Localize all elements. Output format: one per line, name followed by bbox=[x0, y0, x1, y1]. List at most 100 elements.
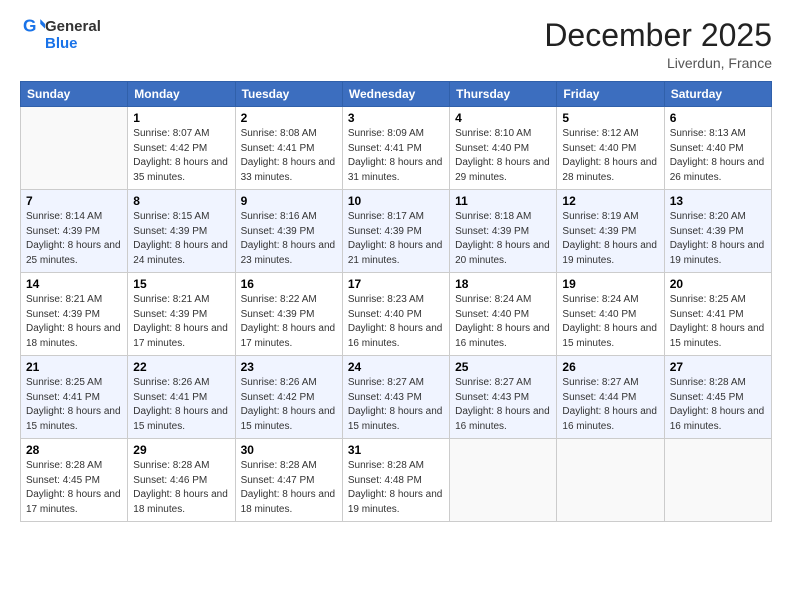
day-info: Sunrise: 8:28 AMSunset: 4:46 PMDaylight:… bbox=[133, 459, 229, 517]
day-of-week-header: Monday bbox=[128, 82, 235, 107]
day-number: 11 bbox=[455, 194, 551, 208]
calendar-week-row: 28 Sunrise: 8:28 AMSunset: 4:45 PMDayligh… bbox=[21, 439, 772, 522]
day-number: 18 bbox=[455, 277, 551, 291]
calendar-cell: 17 Sunrise: 8:23 AMSunset: 4:40 PMDayligh… bbox=[342, 273, 449, 356]
day-info: Sunrise: 8:24 AMSunset: 4:40 PMDaylight:… bbox=[562, 293, 658, 351]
day-info: Sunrise: 8:21 AMSunset: 4:39 PMDaylight:… bbox=[133, 293, 229, 351]
day-number: 13 bbox=[670, 194, 766, 208]
calendar-cell: 25Sunrise: 8:27 AMSunset: 4:43 PMDayligh… bbox=[450, 356, 557, 439]
day-number: 6 bbox=[670, 111, 766, 125]
day-number: 20 bbox=[670, 277, 766, 291]
day-info: Sunrise: 8:20 AMSunset: 4:39 PMDaylight:… bbox=[670, 210, 766, 268]
day-number: 21 bbox=[26, 360, 122, 374]
logo-general-text: General bbox=[45, 18, 101, 35]
day-info: Sunrise: 8:13 AMSunset: 4:40 PMDaylight:… bbox=[670, 127, 766, 185]
day-info: Sunrise: 8:10 AMSunset: 4:40 PMDaylight:… bbox=[455, 127, 551, 185]
day-of-week-header: Saturday bbox=[664, 82, 771, 107]
month-title: December 2025 bbox=[544, 18, 772, 53]
calendar-cell: 16 Sunrise: 8:22 AMSunset: 4:39 PMDayligh… bbox=[235, 273, 342, 356]
day-number: 1 bbox=[133, 111, 229, 125]
day-info: Sunrise: 8:16 AMSunset: 4:39 PMDaylight:… bbox=[241, 210, 337, 268]
calendar-cell bbox=[557, 439, 664, 522]
calendar-week-row: 7Sunrise: 8:14 AMSunset: 4:39 PMDaylight… bbox=[21, 190, 772, 273]
calendar-cell: 6 Sunrise: 8:13 AMSunset: 4:40 PMDaylight… bbox=[664, 107, 771, 190]
calendar-cell: 23Sunrise: 8:26 AMSunset: 4:42 PMDayligh… bbox=[235, 356, 342, 439]
calendar-cell: 20 Sunrise: 8:25 AMSunset: 4:41 PMDayligh… bbox=[664, 273, 771, 356]
day-number: 14 bbox=[26, 277, 122, 291]
calendar-cell: 24 Sunrise: 8:27 AMSunset: 4:43 PMDayligh… bbox=[342, 356, 449, 439]
day-info: Sunrise: 8:28 AMSunset: 4:48 PMDaylight:… bbox=[348, 459, 444, 517]
calendar-cell bbox=[450, 439, 557, 522]
day-info: Sunrise: 8:19 AMSunset: 4:39 PMDaylight:… bbox=[562, 210, 658, 268]
calendar-header-row: SundayMondayTuesdayWednesdayThursdayFrid… bbox=[21, 82, 772, 107]
day-number: 22 bbox=[133, 360, 229, 374]
calendar-cell: 22Sunrise: 8:26 AMSunset: 4:41 PMDayligh… bbox=[128, 356, 235, 439]
calendar-cell: 8 Sunrise: 8:15 AMSunset: 4:39 PMDaylight… bbox=[128, 190, 235, 273]
calendar-cell: 28 Sunrise: 8:28 AMSunset: 4:45 PMDayligh… bbox=[21, 439, 128, 522]
day-number: 26 bbox=[562, 360, 658, 374]
logo-blue-text: Blue bbox=[45, 35, 78, 52]
day-number: 7 bbox=[26, 194, 122, 208]
calendar-cell: 30Sunrise: 8:28 AMSunset: 4:47 PMDayligh… bbox=[235, 439, 342, 522]
day-of-week-header: Wednesday bbox=[342, 82, 449, 107]
day-number: 28 bbox=[26, 443, 122, 457]
calendar-cell: 31Sunrise: 8:28 AMSunset: 4:48 PMDayligh… bbox=[342, 439, 449, 522]
calendar-cell: 9 Sunrise: 8:16 AMSunset: 4:39 PMDaylight… bbox=[235, 190, 342, 273]
calendar-cell: 18 Sunrise: 8:24 AMSunset: 4:40 PMDayligh… bbox=[450, 273, 557, 356]
day-info: Sunrise: 8:07 AMSunset: 4:42 PMDaylight:… bbox=[133, 127, 229, 185]
day-info: Sunrise: 8:28 AMSunset: 4:45 PMDaylight:… bbox=[26, 459, 122, 517]
day-info: Sunrise: 8:17 AMSunset: 4:39 PMDaylight:… bbox=[348, 210, 444, 268]
day-info: Sunrise: 8:12 AMSunset: 4:40 PMDaylight:… bbox=[562, 127, 658, 185]
calendar-page: G General Blue December 2025 Liverdun, F… bbox=[0, 0, 792, 612]
calendar-cell: 14 Sunrise: 8:21 AMSunset: 4:39 PMDayligh… bbox=[21, 273, 128, 356]
title-block: December 2025 Liverdun, France bbox=[544, 18, 772, 71]
calendar-cell: 29Sunrise: 8:28 AMSunset: 4:46 PMDayligh… bbox=[128, 439, 235, 522]
day-info: Sunrise: 8:27 AMSunset: 4:43 PMDaylight:… bbox=[348, 376, 444, 434]
calendar-cell: 27 Sunrise: 8:28 AMSunset: 4:45 PMDayligh… bbox=[664, 356, 771, 439]
calendar-cell: 3Sunrise: 8:09 AMSunset: 4:41 PMDaylight… bbox=[342, 107, 449, 190]
day-info: Sunrise: 8:15 AMSunset: 4:39 PMDaylight:… bbox=[133, 210, 229, 268]
day-of-week-header: Sunday bbox=[21, 82, 128, 107]
day-number: 4 bbox=[455, 111, 551, 125]
day-info: Sunrise: 8:21 AMSunset: 4:39 PMDaylight:… bbox=[26, 293, 122, 351]
calendar-week-row: 21Sunrise: 8:25 AMSunset: 4:41 PMDayligh… bbox=[21, 356, 772, 439]
logo: G General Blue bbox=[20, 18, 101, 53]
day-number: 25 bbox=[455, 360, 551, 374]
day-number: 8 bbox=[133, 194, 229, 208]
day-info: Sunrise: 8:22 AMSunset: 4:39 PMDaylight:… bbox=[241, 293, 337, 351]
day-info: Sunrise: 8:28 AMSunset: 4:45 PMDaylight:… bbox=[670, 376, 766, 434]
calendar-cell: 21Sunrise: 8:25 AMSunset: 4:41 PMDayligh… bbox=[21, 356, 128, 439]
calendar-cell: 7Sunrise: 8:14 AMSunset: 4:39 PMDaylight… bbox=[21, 190, 128, 273]
day-number: 17 bbox=[348, 277, 444, 291]
day-number: 16 bbox=[241, 277, 337, 291]
day-of-week-header: Friday bbox=[557, 82, 664, 107]
day-number: 15 bbox=[133, 277, 229, 291]
logo-icon: G bbox=[23, 16, 45, 38]
calendar-week-row: 14 Sunrise: 8:21 AMSunset: 4:39 PMDayligh… bbox=[21, 273, 772, 356]
day-number: 5 bbox=[562, 111, 658, 125]
day-number: 10 bbox=[348, 194, 444, 208]
calendar-table: SundayMondayTuesdayWednesdayThursdayFrid… bbox=[20, 81, 772, 522]
day-info: Sunrise: 8:24 AMSunset: 4:40 PMDaylight:… bbox=[455, 293, 551, 351]
day-of-week-header: Thursday bbox=[450, 82, 557, 107]
calendar-cell: 19Sunrise: 8:24 AMSunset: 4:40 PMDayligh… bbox=[557, 273, 664, 356]
calendar-cell: 5 Sunrise: 8:12 AMSunset: 4:40 PMDaylight… bbox=[557, 107, 664, 190]
day-number: 2 bbox=[241, 111, 337, 125]
day-number: 9 bbox=[241, 194, 337, 208]
calendar-cell: 15 Sunrise: 8:21 AMSunset: 4:39 PMDayligh… bbox=[128, 273, 235, 356]
calendar-cell bbox=[21, 107, 128, 190]
calendar-cell: 1 Sunrise: 8:07 AMSunset: 4:42 PMDaylight… bbox=[128, 107, 235, 190]
svg-text:G: G bbox=[23, 16, 36, 36]
day-info: Sunrise: 8:18 AMSunset: 4:39 PMDaylight:… bbox=[455, 210, 551, 268]
calendar-cell: 11 Sunrise: 8:18 AMSunset: 4:39 PMDayligh… bbox=[450, 190, 557, 273]
calendar-week-row: 1 Sunrise: 8:07 AMSunset: 4:42 PMDaylight… bbox=[21, 107, 772, 190]
day-number: 24 bbox=[348, 360, 444, 374]
calendar-cell bbox=[664, 439, 771, 522]
calendar-cell: 4 Sunrise: 8:10 AMSunset: 4:40 PMDaylight… bbox=[450, 107, 557, 190]
calendar-cell: 12Sunrise: 8:19 AMSunset: 4:39 PMDayligh… bbox=[557, 190, 664, 273]
day-number: 27 bbox=[670, 360, 766, 374]
day-number: 30 bbox=[241, 443, 337, 457]
day-info: Sunrise: 8:23 AMSunset: 4:40 PMDaylight:… bbox=[348, 293, 444, 351]
day-number: 23 bbox=[241, 360, 337, 374]
day-info: Sunrise: 8:25 AMSunset: 4:41 PMDaylight:… bbox=[670, 293, 766, 351]
